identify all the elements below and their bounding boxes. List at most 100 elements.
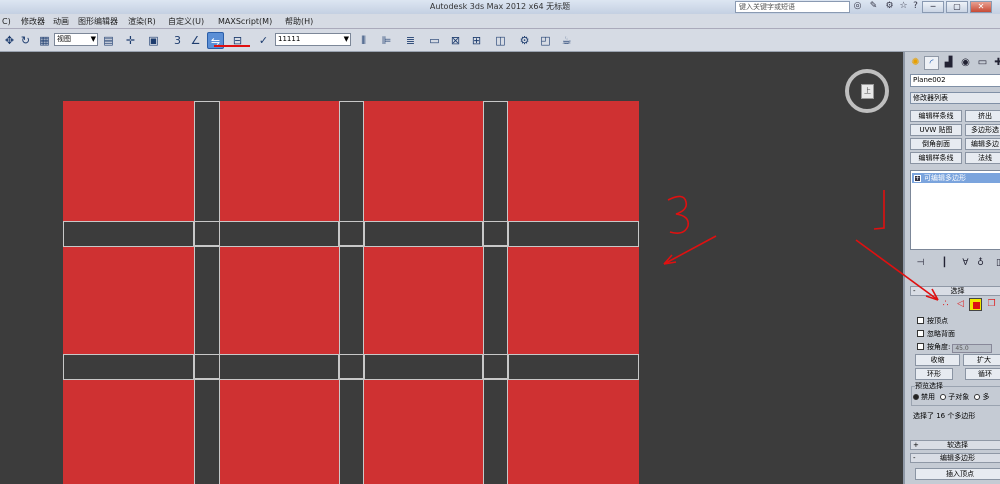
modifier-button[interactable]: 倒角剖面: [910, 138, 962, 150]
select-by-name-icon[interactable]: ▤: [100, 32, 117, 49]
polygon-tile[interactable]: [363, 379, 483, 484]
render-setup-icon[interactable]: ⚙: [516, 32, 533, 49]
material-editor-icon[interactable]: ◫: [492, 32, 509, 49]
expand-plus-icon[interactable]: +: [914, 175, 921, 182]
polygon-tile[interactable]: [63, 101, 194, 221]
menu-item-create[interactable]: C): [2, 14, 11, 29]
selection-rollout-header[interactable]: - 选择: [910, 286, 1000, 296]
insert-vertex-button[interactable]: 插入顶点: [915, 468, 1000, 480]
tools-icon[interactable]: ✎: [868, 1, 879, 12]
select-object-icon[interactable]: ▦: [36, 32, 53, 49]
menu-item-modifiers[interactable]: 修改器: [21, 14, 45, 29]
preview-subobject-radio[interactable]: 子对象: [940, 393, 969, 401]
polygon-subobject-icon[interactable]: [969, 298, 982, 311]
edge-subobject-icon[interactable]: ◁: [954, 298, 967, 311]
utilities-tab-icon[interactable]: ✚: [991, 56, 1000, 70]
wire-edge: [63, 379, 639, 380]
angle-spinner[interactable]: 45.0: [952, 344, 993, 353]
polygon-tile[interactable]: [507, 101, 639, 221]
polygon-tile[interactable]: [219, 246, 339, 354]
viewcube[interactable]: 上: [845, 69, 889, 113]
mirror-icon[interactable]: ⇋: [207, 32, 224, 49]
loop-button[interactable]: 循环: [965, 368, 1000, 380]
menu-item-graph-editors[interactable]: 图形编辑器: [78, 14, 118, 29]
soft-selection-rollout-header[interactable]: + 软选择: [910, 440, 1000, 450]
element-subobject-icon[interactable]: ❒: [985, 298, 998, 311]
align-objects-icon[interactable]: ⊫: [378, 32, 395, 49]
render-production-icon[interactable]: ☕: [558, 32, 575, 49]
menu-item-help[interactable]: 帮助(H): [285, 14, 313, 29]
polygon-tile[interactable]: [219, 101, 339, 221]
polygon-tile[interactable]: [363, 246, 483, 354]
curve-editor-icon[interactable]: ⊠: [447, 32, 464, 49]
align-icon[interactable]: ⊟: [229, 32, 246, 49]
preview-disabled-radio[interactable]: 禁用: [913, 393, 935, 401]
named-selection-set-dropdown[interactable]: 11111 ▼: [275, 33, 351, 46]
close-button[interactable]: ✕: [970, 1, 992, 13]
modifier-button[interactable]: 法线: [965, 152, 1000, 164]
object-name-field[interactable]: Plane002: [910, 74, 1000, 87]
polygon-tile[interactable]: [63, 379, 194, 484]
edit-named-selection-icon[interactable]: ✓: [255, 32, 272, 49]
grow-button[interactable]: 扩大: [963, 354, 1000, 366]
modifier-list-dropdown[interactable]: 修改器列表: [910, 92, 1000, 104]
show-end-result-icon[interactable]: ┃: [939, 258, 950, 269]
menu-item-animation[interactable]: 动画: [53, 14, 69, 29]
subscription-icon[interactable]: ⚙: [884, 1, 895, 12]
modifier-button[interactable]: UVW 贴图: [910, 124, 962, 136]
favorite-star-icon[interactable]: ☆: [898, 1, 909, 12]
wire-edge: [194, 101, 219, 102]
modifier-button[interactable]: 编辑样条线: [910, 110, 962, 122]
viewcube-top-face[interactable]: 上: [861, 84, 874, 99]
select-move-icon[interactable]: ✥: [1, 32, 18, 49]
hierarchy-tab-icon[interactable]: ▟: [941, 56, 956, 70]
modifier-button[interactable]: 挤出: [965, 110, 1000, 122]
modifier-button[interactable]: 编辑多边: [965, 138, 1000, 150]
polygon-tile[interactable]: [219, 379, 339, 484]
by-vertex-checkbox[interactable]: 按顶点: [917, 316, 948, 326]
preview-multi-radio[interactable]: 多: [974, 393, 989, 401]
select-rotate-icon[interactable]: ↻: [17, 32, 34, 49]
polygon-tile[interactable]: [507, 246, 639, 354]
schematic-view-icon[interactable]: ⊞: [468, 32, 485, 49]
select-and-scale-icon[interactable]: ▣: [145, 32, 162, 49]
menu-item-rendering[interactable]: 渲染(R): [128, 14, 156, 29]
select-and-move-icon[interactable]: ✛: [122, 32, 139, 49]
modifier-button[interactable]: 编辑样条线: [910, 152, 962, 164]
modifier-button[interactable]: 多边形选: [965, 124, 1000, 136]
modify-tab-icon[interactable]: ◜: [924, 56, 939, 70]
menu-item-maxscript[interactable]: MAXScript(M): [218, 14, 272, 29]
preview-selection-options: 禁用 子对象 多: [913, 392, 989, 402]
menu-item-customize[interactable]: 自定义(U): [168, 14, 204, 29]
configure-sets-icon[interactable]: ▯: [993, 258, 1000, 269]
perspective-viewport[interactable]: 上: [0, 52, 903, 484]
polygon-tile[interactable]: [507, 379, 639, 484]
display-tab-icon[interactable]: ▭: [975, 56, 990, 70]
maximize-button[interactable]: ▢: [946, 1, 968, 13]
graphite-tools-icon[interactable]: ▭: [426, 32, 443, 49]
modifier-stack[interactable]: + 可编辑多边形: [910, 170, 1000, 250]
search-input[interactable]: 键入关键字或短语: [735, 1, 850, 13]
binoculars-icon[interactable]: ◎: [852, 1, 863, 12]
snap-3d-icon[interactable]: 3: [169, 32, 186, 49]
rendered-frame-icon[interactable]: ◰: [537, 32, 554, 49]
polygon-tile[interactable]: [63, 246, 194, 354]
make-unique-icon[interactable]: ∀: [960, 258, 971, 269]
edit-polygons-rollout-header[interactable]: - 编辑多边形: [910, 453, 1000, 463]
reference-coordinate-dropdown[interactable]: 视图 ▼: [54, 33, 98, 46]
minimize-button[interactable]: ─: [922, 1, 944, 13]
stack-item-editable-poly[interactable]: + 可编辑多边形: [912, 173, 1000, 183]
by-angle-checkbox[interactable]: 按角度: 45.0: [917, 342, 993, 353]
create-tab-icon[interactable]: ✺: [908, 56, 923, 70]
mirror-axis-icon[interactable]: ⫴: [355, 32, 372, 49]
vertex-subobject-icon[interactable]: ∴: [939, 298, 952, 311]
pin-stack-icon[interactable]: ⊣: [915, 258, 926, 269]
remove-modifier-icon[interactable]: ♁: [975, 258, 986, 269]
motion-tab-icon[interactable]: ◉: [958, 56, 973, 70]
polygon-tile[interactable]: [363, 101, 483, 221]
angle-snap-icon[interactable]: ∠: [187, 32, 204, 49]
ring-button[interactable]: 环形: [915, 368, 953, 380]
ignore-backfacing-checkbox[interactable]: 忽略背面: [917, 329, 955, 339]
shrink-button[interactable]: 收缩: [915, 354, 960, 366]
layer-manager-icon[interactable]: ≣: [402, 32, 419, 49]
